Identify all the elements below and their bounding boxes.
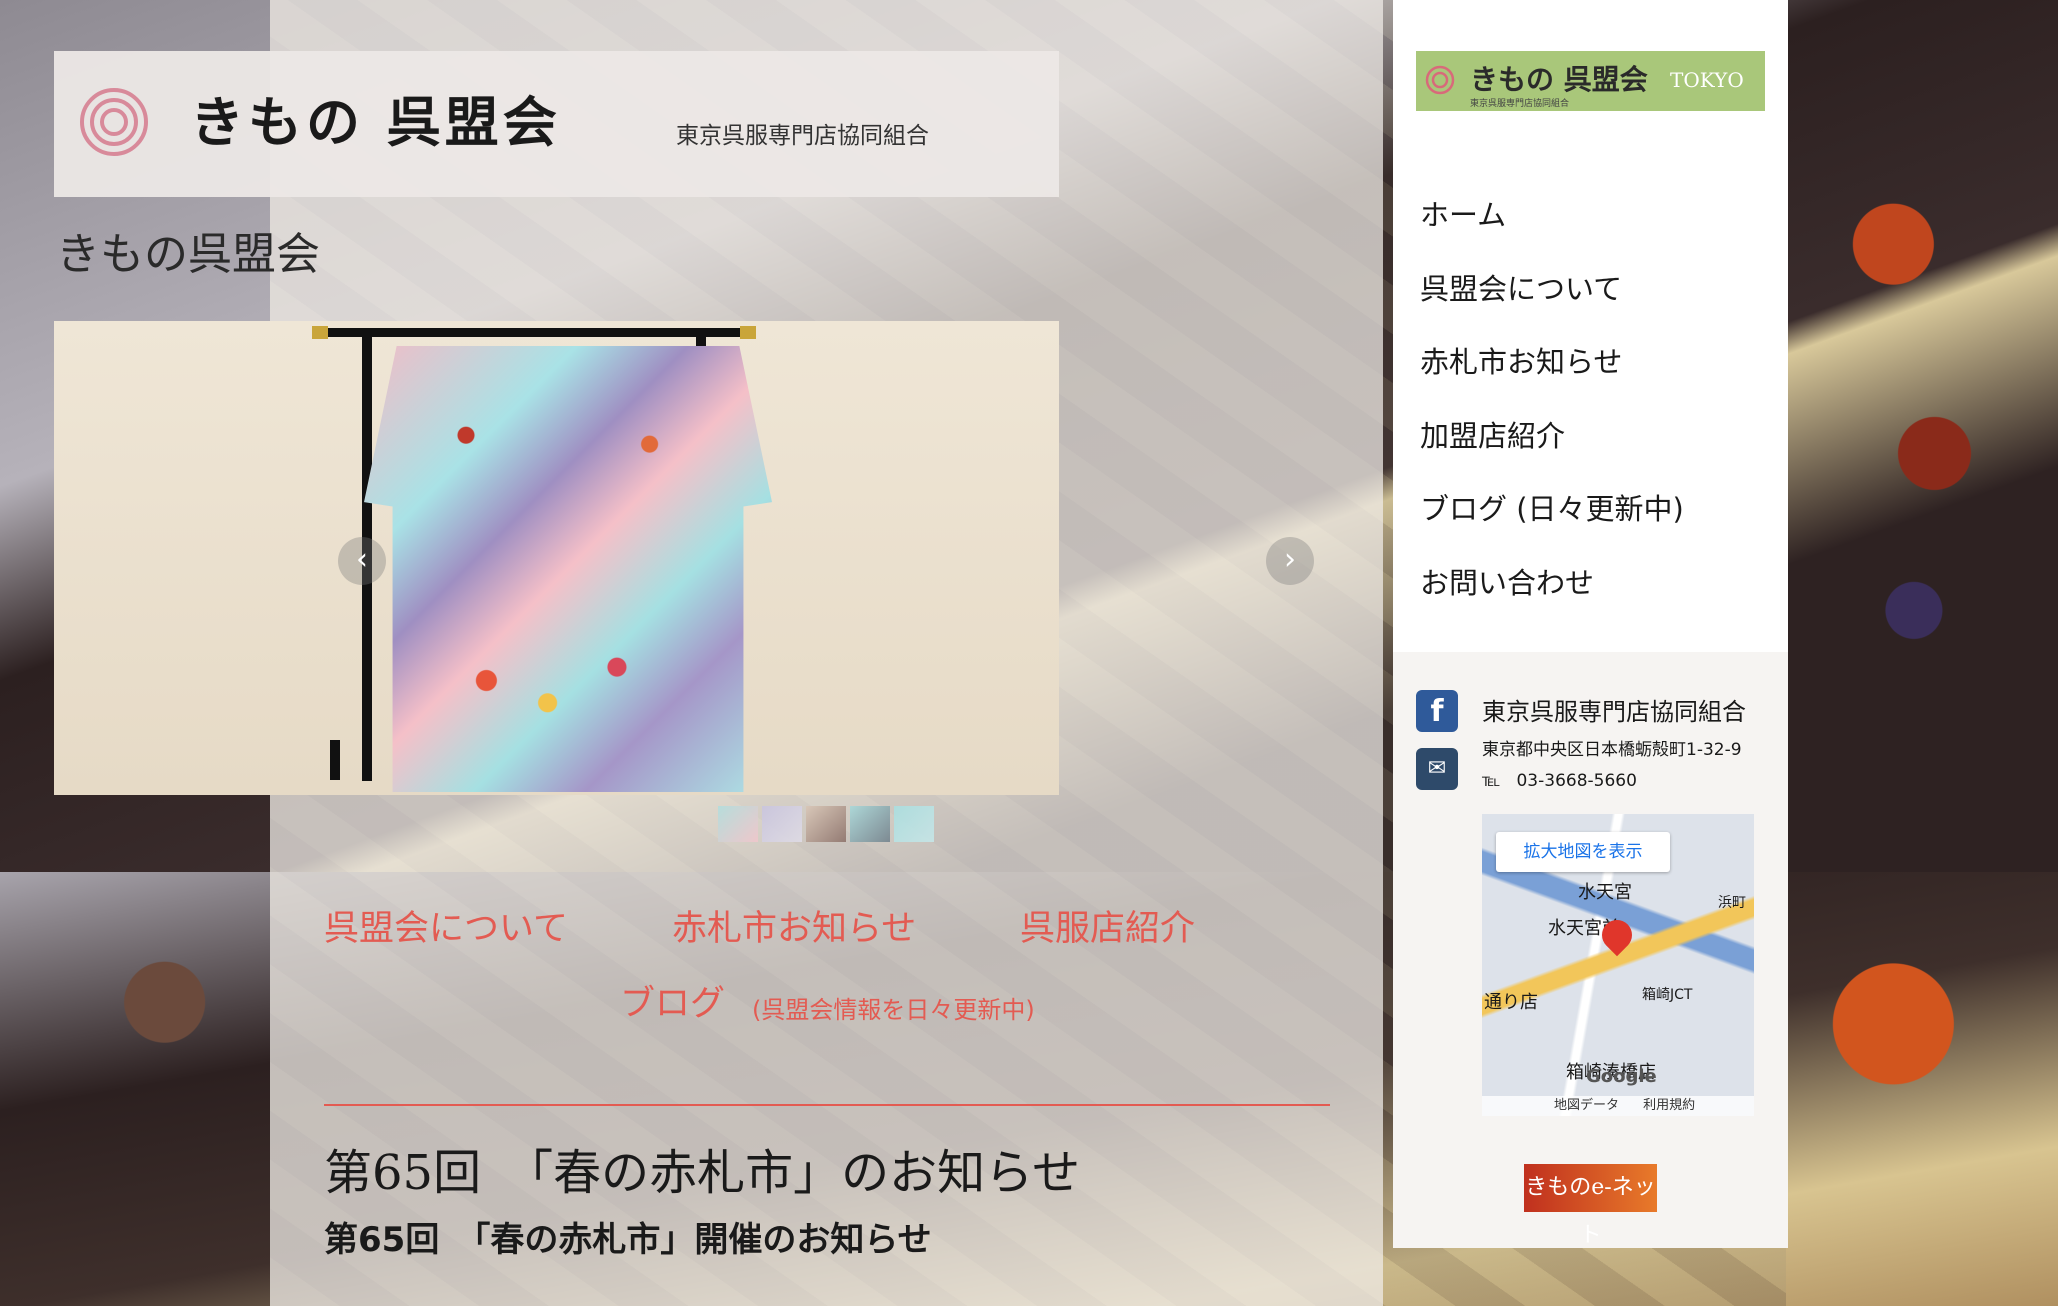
nav-item-blog[interactable]: ブログ (日々更新中) <box>1420 486 1684 560</box>
nav-item-contact[interactable]: お問い合わせ <box>1420 560 1684 634</box>
sidebar-logo-tokyo: TOKYO <box>1670 68 1744 92</box>
slider-thumbnail[interactable] <box>806 806 846 842</box>
logo-subtitle: 東京呉服専門店協同組合 <box>676 123 929 149</box>
site-title: きもの呉盟会 <box>56 229 320 280</box>
nav-item-home[interactable]: ホーム <box>1420 192 1684 266</box>
logo-mark-icon <box>80 88 148 156</box>
link-blog[interactable]: ブログ <box>620 975 725 1026</box>
map-label: 浜町 <box>1718 895 1746 911</box>
news-title: 第65回 「春の赤札市」のお知らせ <box>324 1145 1081 1201</box>
hanger-cap-right <box>740 326 756 339</box>
chevron-right-icon: › <box>1284 542 1296 577</box>
map-expand-button[interactable]: 拡大地図を表示 <box>1496 832 1670 872</box>
facebook-icon[interactable]: f <box>1416 690 1458 732</box>
link-about[interactable]: 呉盟会について <box>324 900 568 951</box>
nav-item-akafuda[interactable]: 赤札市お知らせ <box>1420 339 1684 413</box>
hanger-cap-left <box>312 326 328 339</box>
map-footer: 地図データ 利用規約 <box>1482 1096 1754 1116</box>
news-subtitle: 第65回 「春の赤札市」開催のお知らせ <box>324 1220 932 1260</box>
kimono-image <box>364 346 772 792</box>
logo-text[interactable]: きもの 呉盟会 <box>190 78 561 157</box>
chevron-left-icon: ‹ <box>356 542 368 577</box>
sidebar-logo-mark-icon <box>1425 65 1455 95</box>
map-label: 水天宮 <box>1578 882 1632 903</box>
map-terms-link[interactable]: 利用規約 <box>1643 1098 1695 1113</box>
org-address: 東京都中央区日本橋蛎殻町1-32-9 <box>1482 740 1742 760</box>
link-akafuda[interactable]: 赤札市お知らせ <box>672 900 916 951</box>
slider-thumbnails <box>718 806 934 842</box>
slider-thumbnail[interactable] <box>718 806 758 842</box>
blog-note[interactable]: (呉盟会情報を日々更新中) <box>752 990 1035 1025</box>
map-label: 通り店 <box>1484 992 1538 1013</box>
map-label: 箱崎JCT <box>1642 987 1693 1003</box>
slider-prev-button[interactable]: ‹ <box>338 537 386 585</box>
kimono-e-net-banner[interactable]: きものe-ネット <box>1524 1164 1657 1248</box>
sidebar-nav: ホーム 呉盟会について 赤札市お知らせ 加盟店紹介 ブログ (日々更新中) お問… <box>1420 192 1684 633</box>
link-stores[interactable]: 呉服店紹介 <box>1020 900 1195 951</box>
mail-icon[interactable]: ✉ <box>1416 748 1458 790</box>
sidebar-logo-subtitle: 東京呉服専門店協同組合 <box>1470 99 1570 109</box>
nav-item-members[interactable]: 加盟店紹介 <box>1420 413 1684 487</box>
section-divider <box>324 1104 1330 1106</box>
map-data-link[interactable]: 地図データ <box>1554 1098 1619 1113</box>
org-name: 東京呉服専門店協同組合 <box>1482 698 1746 726</box>
org-tel: ℡ 03-3668-5660 <box>1482 771 1637 791</box>
tel-label: ℡ <box>1482 771 1501 791</box>
slider-thumbnail[interactable] <box>762 806 802 842</box>
tel-number[interactable]: 03-3668-5660 <box>1516 771 1636 791</box>
slider-thumbnail[interactable] <box>894 806 934 842</box>
nav-item-about[interactable]: 呉盟会について <box>1420 266 1684 340</box>
slider-next-button[interactable]: › <box>1266 537 1314 585</box>
sidebar-logo-text: きもの 呉盟会 <box>1470 63 1648 96</box>
slider-thumbnail[interactable] <box>850 806 890 842</box>
google-logo: Google <box>1586 1066 1657 1087</box>
kimono-hanger <box>314 328 754 337</box>
